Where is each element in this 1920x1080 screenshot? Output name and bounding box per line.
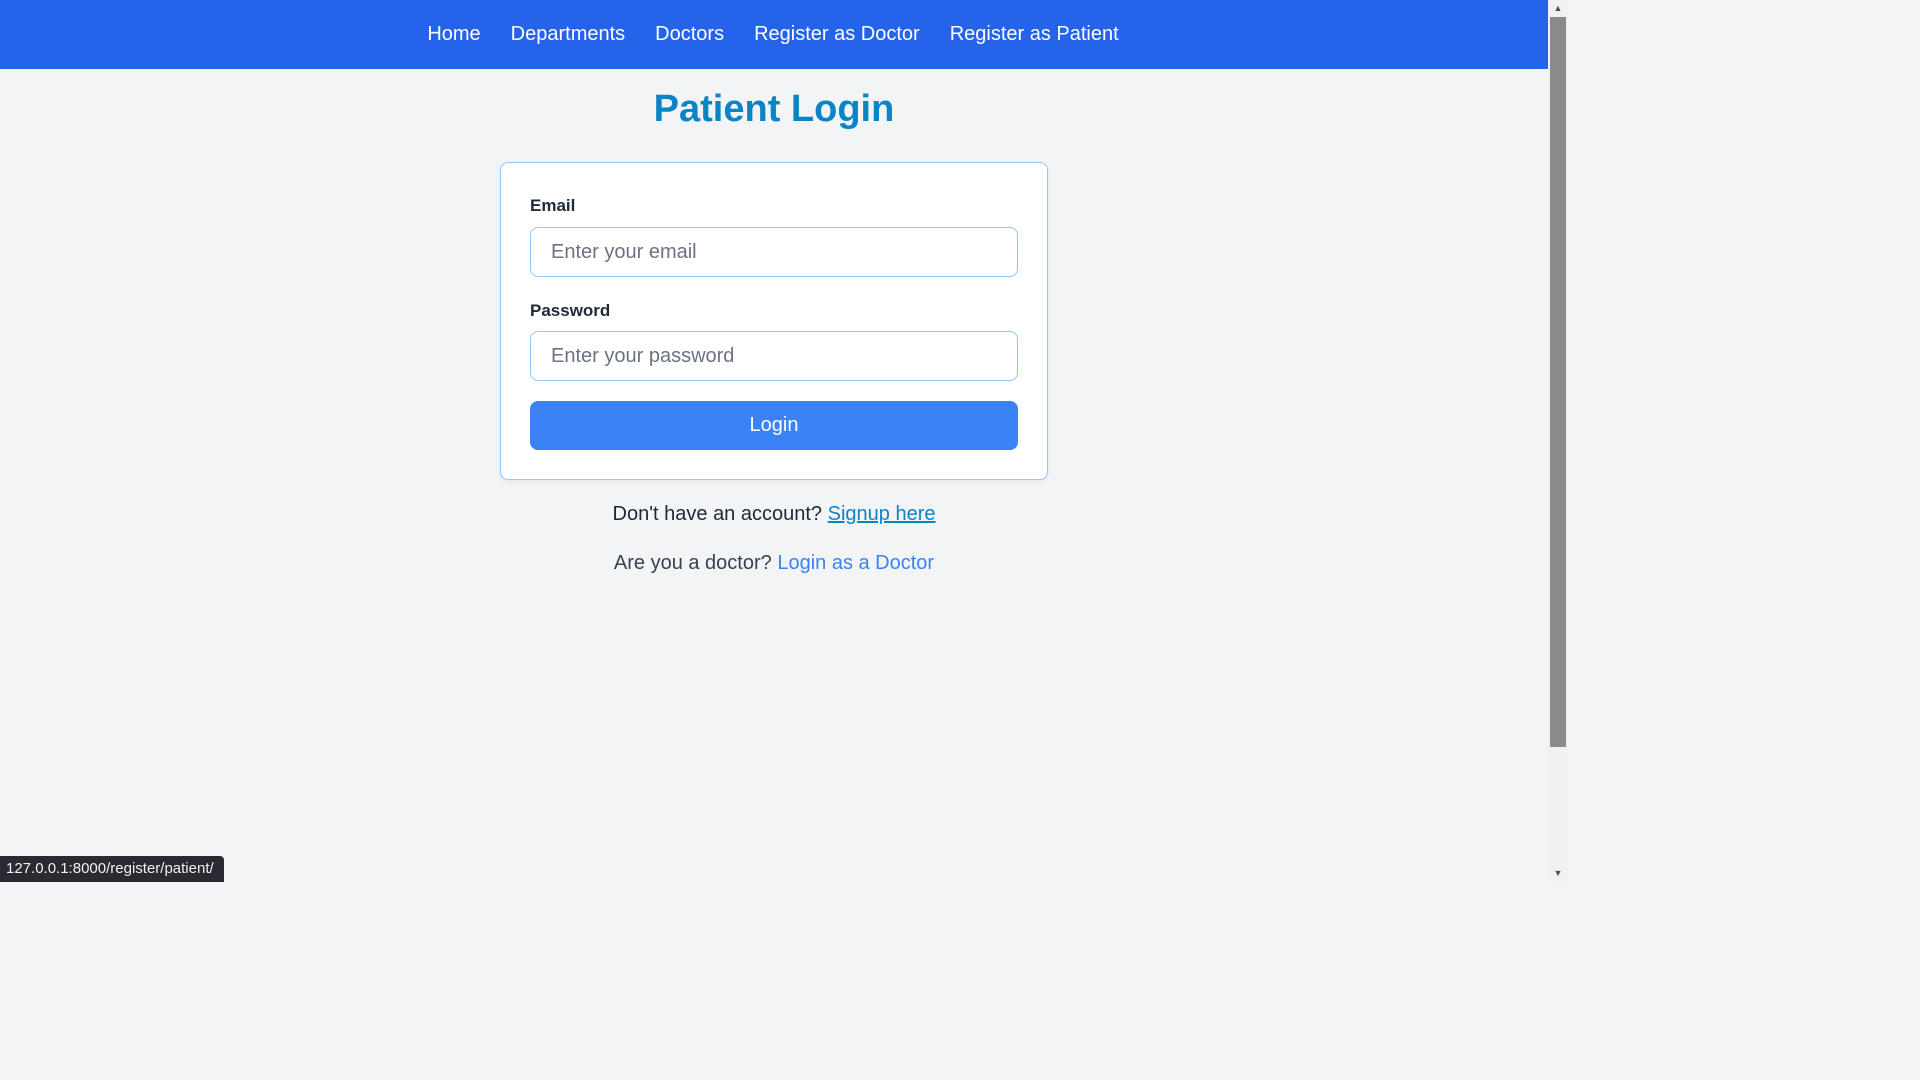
- page-viewport: Home Departments Doctors Register as Doc…: [0, 0, 1548, 882]
- status-bar-url: 127.0.0.1:8000/register/patient/: [0, 856, 224, 882]
- page-title: Patient Login: [653, 88, 895, 130]
- nav-item-doctors[interactable]: Doctors: [655, 23, 724, 46]
- top-navbar: Home Departments Doctors Register as Doc…: [0, 0, 1548, 69]
- signup-prompt-line: Don't have an account? Signup here: [0, 503, 1548, 526]
- login-button[interactable]: Login: [530, 401, 1018, 450]
- password-label: Password: [530, 301, 611, 320]
- email-input[interactable]: [530, 227, 1018, 277]
- nav-links: Home Departments Doctors Register as Doc…: [427, 23, 1118, 46]
- nav-item-home[interactable]: Home: [427, 23, 480, 46]
- signup-prompt-text: Don't have an account?: [612, 503, 823, 525]
- login-form-card: Email Password Login: [500, 162, 1048, 480]
- nav-item-departments[interactable]: Departments: [511, 23, 626, 46]
- vertical-scrollbar[interactable]: ▲ ▼: [1548, 0, 1568, 882]
- doctor-login-link[interactable]: Login as a Doctor: [777, 552, 934, 574]
- scroll-down-arrow-icon[interactable]: ▼: [1548, 865, 1568, 882]
- doctor-prompt-line: Are you a doctor? Login as a Doctor: [0, 552, 1548, 575]
- signup-link[interactable]: Signup here: [828, 503, 936, 525]
- password-input[interactable]: [530, 331, 1018, 381]
- scroll-up-arrow-icon[interactable]: ▲: [1548, 0, 1568, 17]
- nav-item-register-patient[interactable]: Register as Patient: [950, 23, 1119, 46]
- doctor-prompt-text: Are you a doctor?: [613, 552, 772, 574]
- email-label: Email: [530, 196, 576, 215]
- scrollbar-thumb[interactable]: [1550, 17, 1566, 747]
- nav-item-register-doctor[interactable]: Register as Doctor: [754, 23, 920, 46]
